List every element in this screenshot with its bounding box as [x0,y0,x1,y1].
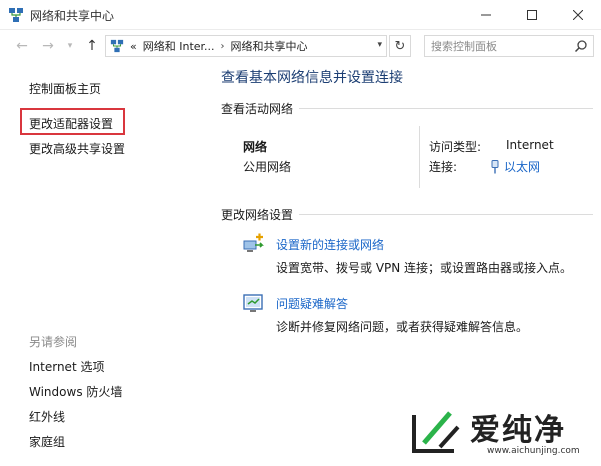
access-type-value: Internet [506,138,554,152]
see-also-heading: 另请参阅 [29,335,78,349]
up-button[interactable]: ↑ [82,36,102,56]
network-center-icon [110,39,124,53]
see-also-homegroup[interactable]: 家庭组 [29,433,65,450]
brand-watermark: 爱纯净 [470,413,566,448]
refresh-button[interactable]: ↻ [389,35,411,57]
ethernet-label[interactable]: 以太网 [504,158,540,175]
change-settings-heading: 更改网络设置 [221,206,300,223]
search-input[interactable] [431,37,571,55]
access-type-label: 访问类型: [429,140,482,154]
navigation-bar: ← → ▾ ↑ « 网络和 Inter... › 网络和共享中心 ▾ ↻ [0,30,601,62]
page-title: 查看基本网络信息并设置连接 [221,70,403,86]
arrow-up-icon: ↑ [86,38,98,54]
minimize-icon [481,14,491,16]
troubleshoot-icon [243,294,263,312]
see-also-internet-options[interactable]: Internet 选项 [29,358,104,375]
breadcrumb-network-internet[interactable]: 网络和 Inter... [143,38,215,54]
chevron-right-icon[interactable]: › [221,41,225,52]
network-setup-icon [243,233,264,252]
chevron-down-icon: ▾ [67,41,73,51]
see-also-infrared[interactable]: 红外线 [29,408,65,425]
arrow-right-icon: → [42,38,54,54]
network-name: 网络 [243,140,268,154]
vertical-divider [419,126,420,188]
maximize-button[interactable] [509,0,555,30]
sidebar-item-change-adapter-settings[interactable]: 更改适配器设置 [29,115,113,132]
search-box[interactable] [424,35,594,57]
sidebar-item-change-advanced-sharing[interactable]: 更改高级共享设置 [29,140,125,157]
forward-button[interactable]: → [38,36,58,56]
search-icon [574,40,587,53]
recent-locations-button[interactable]: ▾ [60,36,80,56]
window-title: 网络和共享中心 [30,9,115,23]
address-overflow[interactable]: « [130,40,137,53]
minimize-button[interactable] [463,0,509,30]
title-bar: 网络和共享中心 [0,0,601,30]
connection-label: 连接: [429,160,458,174]
brand-url: www.aichunjing.com [487,446,580,456]
sidebar-item-control-panel-home[interactable]: 控制面板主页 [29,80,101,97]
chevron-down-icon[interactable]: ▾ [377,40,382,50]
brand-logo-icon [412,411,460,453]
ethernet-connection-link[interactable]: 以太网 [490,158,540,175]
active-network-heading: 查看活动网络 [221,100,300,117]
troubleshoot-description: 诊断并修复网络问题，或者获得疑难解答信息。 [276,320,529,334]
see-also-windows-firewall[interactable]: Windows 防火墙 [29,383,122,400]
setup-new-connection-link[interactable]: 设置新的连接或网络 [276,236,384,253]
address-bar[interactable]: « 网络和 Inter... › 网络和共享中心 ▾ [105,35,387,57]
maximize-icon [527,10,537,20]
arrow-left-icon: ← [16,38,28,54]
close-icon [573,10,583,20]
breadcrumb-network-sharing-center[interactable]: 网络和共享中心 [231,38,308,54]
network-center-icon [9,8,23,22]
ethernet-icon [491,159,499,173]
back-button[interactable]: ← [12,36,32,56]
refresh-icon: ↻ [394,38,406,54]
setup-new-connection-description: 设置宽带、拨号或 VPN 连接；或设置路由器或接入点。 [276,261,573,275]
network-category: 公用网络 [243,160,292,174]
troubleshoot-link[interactable]: 问题疑难解答 [276,295,348,312]
close-button[interactable] [555,0,601,30]
